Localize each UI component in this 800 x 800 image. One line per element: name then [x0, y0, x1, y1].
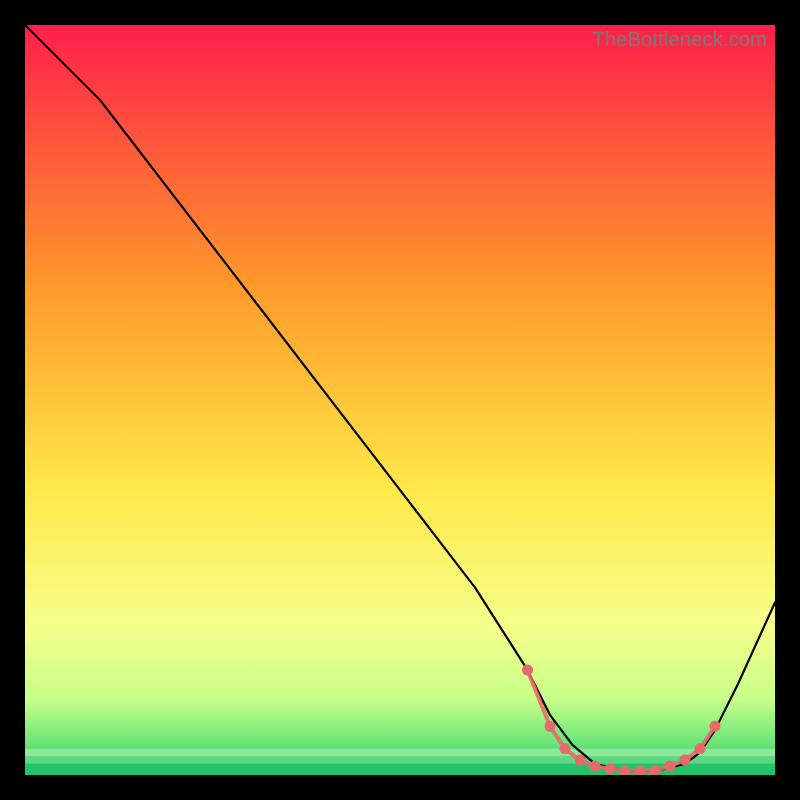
optimal-range-marker: [522, 665, 533, 676]
optimal-range-marker: [545, 721, 556, 732]
optimal-range-marker: [590, 761, 601, 772]
optimal-range-marker: [695, 743, 706, 754]
optimal-range-marker: [605, 764, 616, 775]
optimal-range-marker: [710, 721, 721, 732]
optimal-range-marker: [680, 755, 691, 766]
bottleneck-chart: [25, 25, 775, 775]
watermark-text: TheBottleneck.com: [592, 29, 767, 52]
chart-frame: TheBottleneck.com: [25, 25, 775, 775]
optimal-range-marker: [560, 743, 571, 754]
optimal-range-marker: [575, 755, 586, 766]
optimal-range-marker: [665, 761, 676, 772]
